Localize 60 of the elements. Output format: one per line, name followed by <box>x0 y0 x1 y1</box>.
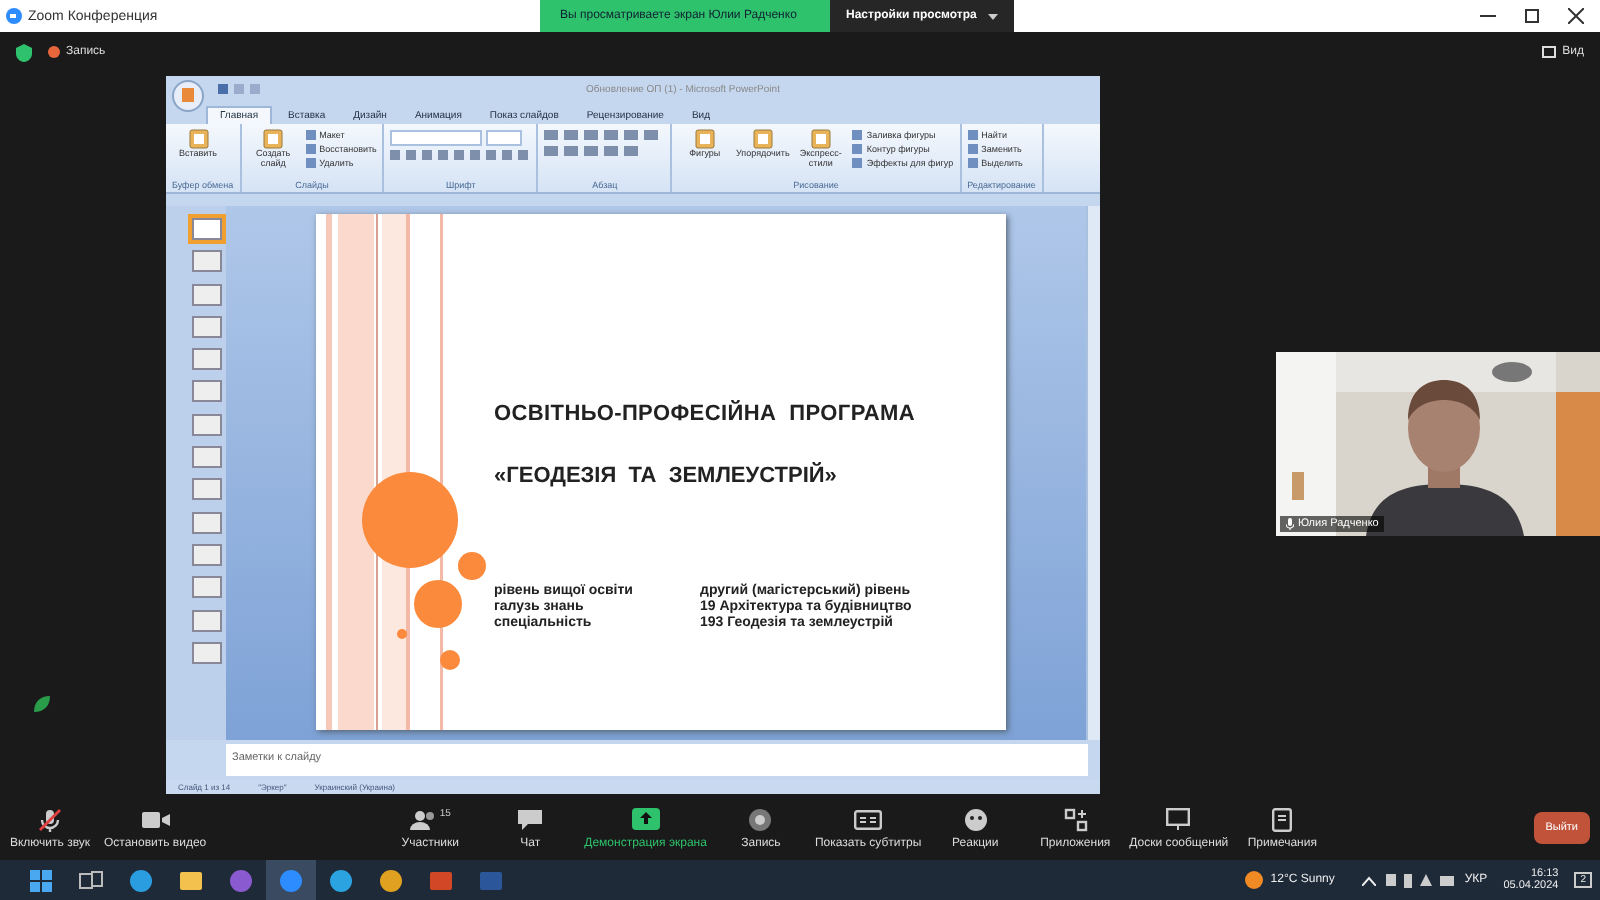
task-view-icon <box>78 867 104 893</box>
slide-thumbnail[interactable] <box>192 380 222 403</box>
slide-thumbnail[interactable] <box>192 315 222 338</box>
shield-icon[interactable] <box>16 43 32 61</box>
slide-thumbnail[interactable] <box>192 511 222 534</box>
slide-title: ОСВІТНЬО-ПРОФЕСІЙНА ПРОГРАМА <box>494 402 918 426</box>
record-icon <box>48 46 60 58</box>
smiley-icon <box>963 807 988 831</box>
tool-icon <box>809 128 832 150</box>
folder-icon <box>178 867 204 893</box>
tray-icons[interactable] <box>1386 872 1455 888</box>
browser-icon <box>128 867 154 893</box>
tool-icon <box>262 128 285 150</box>
slide-thumbnail[interactable] <box>192 218 222 240</box>
caret-icon <box>988 13 999 19</box>
slide-thumbnail[interactable] <box>192 543 222 566</box>
chat-app-icon <box>228 867 254 893</box>
formatting-icons[interactable] <box>390 150 531 162</box>
font-name-field[interactable] <box>390 130 483 146</box>
scrollbar[interactable] <box>1086 206 1100 740</box>
tool-icon <box>187 128 209 150</box>
slide-thumbnail[interactable] <box>192 250 222 273</box>
slide-thumbnail[interactable] <box>192 609 222 632</box>
weather-sun-icon[interactable] <box>1244 870 1265 890</box>
share-screen-icon <box>631 808 660 830</box>
chevron-up-icon[interactable] <box>1362 875 1377 885</box>
messenger-icon <box>328 867 354 893</box>
quick-access-icons[interactable] <box>218 84 266 96</box>
apps-icon <box>1063 807 1088 831</box>
slide-thumbnail[interactable] <box>192 576 222 599</box>
font-size-field[interactable] <box>486 130 523 146</box>
slide-thumbnail[interactable] <box>192 413 222 436</box>
office-button-icon[interactable] <box>172 80 204 112</box>
captions-icon <box>854 809 883 829</box>
mic-icon <box>1286 518 1294 530</box>
whiteboard-icon <box>1166 808 1191 830</box>
presentation-app-icon <box>428 867 454 893</box>
slide-thumbnail[interactable] <box>192 478 222 501</box>
windows-icon <box>28 867 54 893</box>
slide-subtitle: «ГЕОДЕЗІЯ ТА ЗЕМЛЕУСТРІЙ» <box>494 464 839 488</box>
maximize-icon[interactable] <box>1524 8 1540 24</box>
notes-icon <box>1272 807 1293 831</box>
participants-icon <box>409 809 438 829</box>
close-icon[interactable] <box>1568 8 1584 24</box>
tool-icon <box>751 128 774 150</box>
browser-icon <box>378 867 404 893</box>
leaf-icon[interactable] <box>32 694 52 714</box>
record-icon <box>748 807 773 831</box>
slide-thumbnail[interactable] <box>192 283 222 306</box>
tool-icon <box>693 128 716 150</box>
document-app-icon <box>478 867 504 893</box>
chat-icon <box>518 808 543 830</box>
slide-thumbnail[interactable] <box>192 446 222 469</box>
zoom-logo-icon <box>6 8 22 24</box>
slide-thumbnail[interactable] <box>192 348 222 371</box>
view-icon <box>1542 46 1557 58</box>
video-camera-icon <box>141 809 170 829</box>
slide-thumbnail[interactable] <box>192 641 222 664</box>
video-app-icon <box>278 867 304 893</box>
muted-mic-icon <box>38 807 62 831</box>
